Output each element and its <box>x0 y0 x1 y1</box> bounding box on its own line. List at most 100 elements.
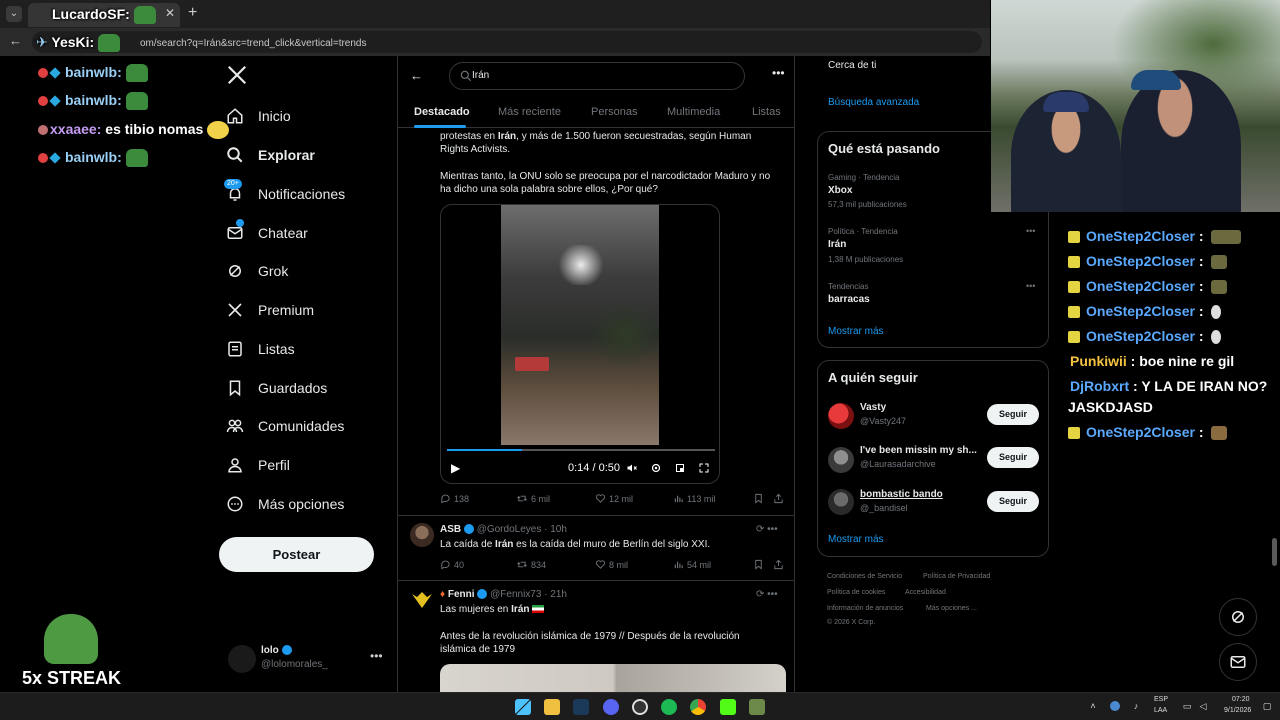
settings-gear-icon[interactable] <box>650 462 662 474</box>
footer-link[interactable]: Condiciones de Servicio <box>827 573 902 580</box>
nav-notifications[interactable]: 20+ Notificaciones <box>224 179 345 208</box>
search-filter-location[interactable]: Cerca de ti <box>828 60 876 71</box>
nav-more[interactable]: Más opciones <box>224 490 344 518</box>
nav-explore[interactable]: Explorar <box>224 141 315 169</box>
repost-button[interactable]: 6 mil <box>516 493 550 504</box>
network-icon[interactable]: ▭ <box>1182 701 1192 711</box>
windows-start-icon[interactable] <box>515 699 531 715</box>
footer-link[interactable]: Accesibilidad <box>905 589 946 596</box>
nav-premium[interactable]: Premium <box>224 296 314 324</box>
trend-item[interactable]: Xbox <box>828 185 852 196</box>
follow-button[interactable]: Seguir <box>987 447 1039 468</box>
nav-bookmarks[interactable]: Guardados <box>224 374 327 402</box>
footer-link[interactable]: Política de cookies <box>827 589 885 596</box>
kick-icon[interactable] <box>720 699 736 715</box>
nav-home[interactable]: Inicio <box>224 102 291 130</box>
reply-button[interactable]: 40 <box>440 559 464 570</box>
obs-icon[interactable] <box>632 699 648 715</box>
tray-app-icon[interactable] <box>1110 701 1120 711</box>
fullscreen-icon[interactable] <box>698 462 710 474</box>
follow-button[interactable]: Seguir <box>987 404 1039 425</box>
more-horizontal-icon[interactable]: ••• <box>1026 226 1035 236</box>
language-indicator[interactable]: LAA <box>1154 707 1167 714</box>
more-horizontal-icon[interactable]: ⟳ ••• <box>756 524 778 535</box>
scrollbar[interactable] <box>1272 538 1277 566</box>
share-button[interactable] <box>773 493 784 504</box>
app-icon[interactable] <box>749 699 765 715</box>
tweet-image[interactable] <box>440 664 786 692</box>
messages-button[interactable] <box>1219 643 1257 681</box>
file-explorer-icon[interactable] <box>544 699 560 715</box>
bookmark-button[interactable] <box>753 493 764 504</box>
account-switcher[interactable]: lolo @lolomorales_ ••• <box>228 643 383 673</box>
clock-time[interactable]: 07:20 <box>1232 696 1250 703</box>
back-arrow-icon[interactable]: ← <box>410 68 423 83</box>
follow-button[interactable]: Seguir <box>987 491 1039 512</box>
x-logo-icon[interactable] <box>226 64 248 86</box>
nav-communities[interactable]: Comunidades <box>224 412 344 440</box>
follow-name[interactable]: I've been missin my sh... <box>860 445 977 456</box>
chevron-up-icon[interactable]: ˄ <box>1088 701 1098 711</box>
tab-media[interactable]: Multimedia <box>667 106 720 118</box>
trend-item[interactable]: Irán <box>828 239 846 250</box>
badge-icon <box>1068 256 1080 269</box>
like-button[interactable]: 8 mil <box>595 559 628 570</box>
show-more-link[interactable]: Mostrar más <box>828 534 884 545</box>
tab-people[interactable]: Personas <box>591 106 637 118</box>
spotify-icon[interactable] <box>661 699 677 715</box>
footer-link[interactable]: Más opciones ... <box>926 605 977 612</box>
trend-item[interactable]: barracas <box>828 294 870 305</box>
more-horizontal-icon[interactable]: ⟳ ••• <box>756 589 778 600</box>
repost-button[interactable]: 834 <box>516 559 546 570</box>
share-button[interactable] <box>773 559 784 570</box>
views-button[interactable]: 113 mil <box>673 493 715 504</box>
like-button[interactable]: 12 mil <box>595 493 633 504</box>
tab-list-button[interactable]: ⌄ <box>6 6 22 22</box>
avatar[interactable] <box>828 489 854 515</box>
more-horizontal-icon[interactable]: ••• <box>772 66 785 80</box>
avatar[interactable] <box>410 588 434 612</box>
show-more-link[interactable]: Mostrar más <box>828 326 884 337</box>
video-player[interactable]: ▶ 0:14 / 0:50 <box>440 204 720 484</box>
reply-button[interactable]: 138 <box>440 493 469 504</box>
views-button[interactable]: 54 mil <box>673 559 711 570</box>
avatar[interactable] <box>828 403 854 429</box>
discord-icon[interactable] <box>603 699 619 715</box>
bookmark-button[interactable] <box>753 559 764 570</box>
post-button[interactable]: Postear <box>219 537 374 572</box>
tab-close-icon[interactable]: ✕ <box>165 6 175 20</box>
footer-link[interactable]: Política de Privacidad <box>923 573 990 580</box>
steam-icon[interactable] <box>573 699 589 715</box>
url-field[interactable]: om/search?q=Irán&src=trend_click&vertica… <box>32 31 982 53</box>
volume-icon[interactable]: ◁ <box>1198 701 1208 711</box>
footer-link[interactable]: Información de anuncios <box>827 605 903 612</box>
avatar[interactable] <box>410 523 434 547</box>
language-indicator[interactable]: ESP <box>1154 696 1168 703</box>
more-horizontal-icon[interactable]: ••• <box>1026 281 1035 291</box>
tab-latest[interactable]: Más reciente <box>498 106 561 118</box>
back-arrow-icon[interactable]: ← <box>9 33 22 48</box>
notification-icon[interactable]: ▢ <box>1262 701 1272 711</box>
video-progress-bar[interactable] <box>447 449 715 451</box>
frog-emote-icon <box>133 6 156 25</box>
tab-top[interactable]: Destacado <box>414 106 470 118</box>
nav-chat[interactable]: Chatear <box>224 219 308 247</box>
nav-grok[interactable]: Grok <box>224 257 288 285</box>
microphone-icon[interactable]: ♪ <box>1131 701 1141 711</box>
clock-date[interactable]: 9/1/2026 <box>1224 707 1251 714</box>
nav-lists[interactable]: Listas <box>224 335 295 363</box>
grok-button[interactable] <box>1219 598 1257 636</box>
search-input[interactable]: Irán <box>449 62 745 90</box>
mute-icon[interactable] <box>626 462 638 474</box>
avatar[interactable] <box>828 447 854 473</box>
more-horizontal-icon[interactable]: ••• <box>370 649 383 663</box>
advanced-search-link[interactable]: Búsqueda avanzada <box>828 97 919 108</box>
tab-lists[interactable]: Listas <box>752 106 781 118</box>
play-icon[interactable]: ▶ <box>451 461 460 475</box>
nav-profile[interactable]: Perfil <box>224 451 290 479</box>
follow-name[interactable]: Vasty <box>860 402 886 413</box>
new-tab-button[interactable]: + <box>188 4 197 22</box>
pip-icon[interactable] <box>674 462 686 474</box>
chrome-icon[interactable] <box>690 699 706 715</box>
follow-name[interactable]: bombastic bando <box>860 489 943 500</box>
